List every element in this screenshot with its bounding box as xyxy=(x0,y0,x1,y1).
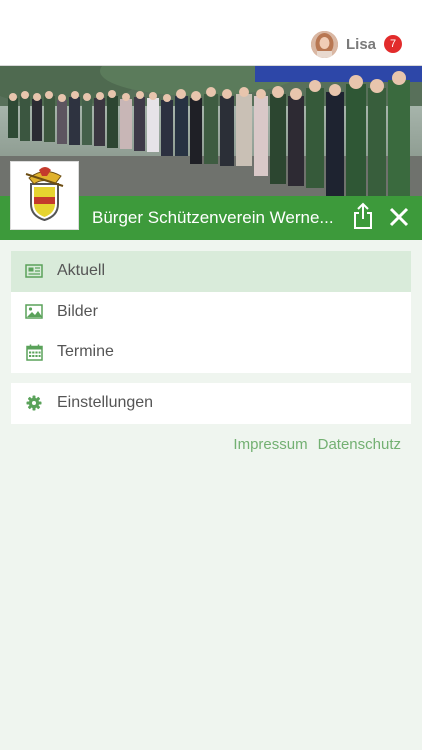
menu-item-label: Bilder xyxy=(57,302,98,320)
share-button[interactable] xyxy=(352,202,374,230)
top-bar: Lisa 7 xyxy=(0,0,422,66)
settings-menu: Einstellungen xyxy=(11,383,411,424)
share-icon xyxy=(354,202,372,229)
close-button[interactable] xyxy=(388,206,410,228)
footer-links: Impressum Datenschutz xyxy=(233,436,401,453)
calendar-icon xyxy=(25,343,43,361)
menu-item-einstellungen[interactable]: Einstellungen xyxy=(11,383,411,424)
club-logo xyxy=(10,161,79,230)
menu-item-aktuell[interactable]: Aktuell xyxy=(11,251,411,292)
navigation-menu: Aktuell Bilder Termine xyxy=(11,251,411,373)
impressum-link[interactable]: Impressum xyxy=(233,436,307,453)
newspaper-icon xyxy=(25,262,43,280)
image-icon xyxy=(25,303,43,321)
menu-item-bilder[interactable]: Bilder xyxy=(11,292,411,333)
user-profile[interactable]: Lisa 7 xyxy=(310,29,402,59)
menu-item-label: Einstellungen xyxy=(57,394,154,412)
menu-item-label: Termine xyxy=(57,343,114,361)
close-icon xyxy=(389,207,409,227)
username[interactable]: Lisa xyxy=(346,36,376,53)
gear-icon xyxy=(25,394,43,412)
club-title: Bürger Schützenverein Werne... xyxy=(92,208,334,227)
avatar[interactable] xyxy=(310,30,338,58)
menu-item-label: Aktuell xyxy=(57,262,106,280)
datenschutz-link[interactable]: Datenschutz xyxy=(318,436,401,453)
notification-badge[interactable]: 7 xyxy=(384,35,402,53)
menu-item-termine[interactable]: Termine xyxy=(11,332,411,373)
